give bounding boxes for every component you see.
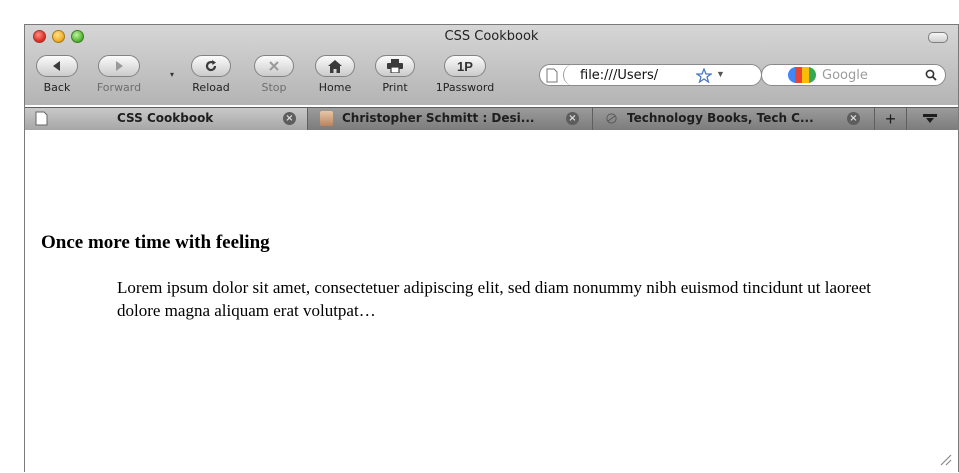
back-button[interactable] — [36, 55, 78, 77]
portrait-favicon — [320, 111, 333, 126]
bookmark-star-icon[interactable] — [696, 68, 712, 83]
browser-chrome: CSS Cookbook Back Forward ▾ Reload Stop … — [25, 25, 958, 105]
window-title: CSS Cookbook — [444, 29, 539, 44]
onepassword-button[interactable]: 1P — [444, 55, 486, 77]
search-placeholder[interactable]: Google — [822, 68, 868, 83]
url-dropdown-icon[interactable]: ▼ — [716, 69, 725, 79]
tab-list-icon — [923, 114, 937, 123]
blank-page-icon — [35, 111, 48, 126]
printer-icon — [387, 59, 403, 73]
search-bar[interactable]: Google — [761, 64, 946, 86]
page-content: Once more time with feeling Lorem ipsum … — [25, 130, 958, 472]
home-button[interactable] — [315, 55, 355, 77]
home-icon — [328, 59, 342, 73]
stop-x-icon — [269, 61, 279, 71]
forward-label: Forward — [96, 81, 142, 94]
tab-css-cookbook[interactable]: CSS Cookbook × — [25, 108, 308, 130]
page-document-icon — [546, 68, 558, 83]
home-label: Home — [318, 81, 352, 94]
animal-favicon-icon — [606, 113, 617, 124]
google-engine-icon[interactable] — [788, 67, 816, 83]
onepassword-label: 1Password — [435, 81, 495, 94]
back-arrow-icon — [53, 61, 60, 71]
close-tab-icon[interactable]: × — [847, 112, 860, 125]
tab-title: Christopher Schmitt : Desi... — [342, 111, 535, 125]
forward-arrow-icon — [116, 61, 123, 71]
resize-grip-icon[interactable] — [938, 452, 952, 466]
toolbar-toggle-button[interactable] — [928, 32, 948, 43]
history-dropdown-icon[interactable]: ▾ — [170, 70, 174, 79]
browser-window: CSS Cookbook Back Forward ▾ Reload Stop … — [24, 24, 959, 472]
magnifier-icon[interactable] — [925, 69, 937, 81]
tab-strip: CSS Cookbook × Christopher Schmitt : Des… — [25, 107, 958, 130]
print-button[interactable] — [375, 55, 415, 77]
url-text[interactable]: file:///Users/ — [580, 68, 658, 83]
tab-list-button[interactable] — [907, 108, 958, 130]
stop-button[interactable] — [254, 55, 294, 77]
close-tab-icon[interactable]: × — [283, 112, 296, 125]
page-heading: Once more time with feeling — [41, 232, 270, 253]
reload-icon — [205, 60, 217, 72]
body-paragraph: Lorem ipsum dolor sit amet, consectetuer… — [117, 278, 871, 320]
new-tab-button[interactable]: + — [875, 108, 907, 130]
print-label: Print — [382, 81, 408, 94]
forward-button[interactable] — [98, 55, 140, 77]
address-bar[interactable]: file:///Users/ ▼ — [539, 64, 762, 86]
close-tab-icon[interactable]: × — [566, 112, 579, 125]
tab-technology-books[interactable]: Technology Books, Tech C... × — [593, 108, 875, 130]
title-bar: CSS Cookbook — [25, 25, 958, 47]
reload-label: Reload — [192, 81, 230, 94]
back-label: Back — [43, 81, 71, 94]
reload-button[interactable] — [191, 55, 231, 77]
tab-christopher-schmitt[interactable]: Christopher Schmitt : Desi... × — [308, 108, 593, 130]
stop-label: Stop — [261, 81, 287, 94]
url-divider — [563, 64, 574, 86]
tab-title: Technology Books, Tech C... — [627, 111, 814, 125]
tab-title: CSS Cookbook — [117, 111, 214, 125]
